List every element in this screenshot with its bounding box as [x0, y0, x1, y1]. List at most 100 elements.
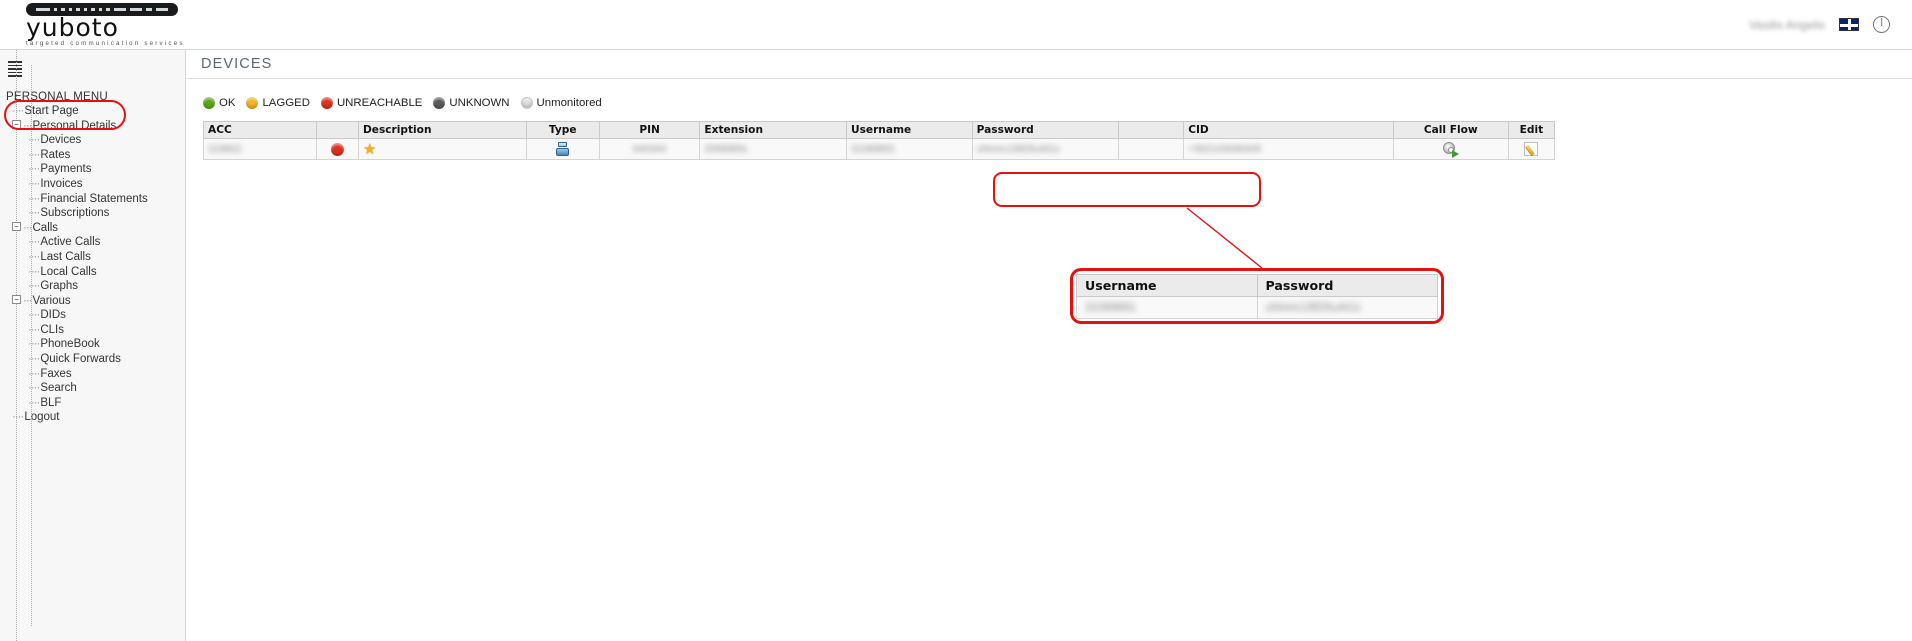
table-row[interactable]: 319862 ★ 640344 2008985L 31089891 uNmmJJ8D5uA… [202, 138, 1556, 160]
sidebar-item-invoices[interactable]: ····Invoices [0, 177, 185, 192]
sidebar-item-local-calls[interactable]: ····Local Calls [0, 265, 185, 280]
sidebar-item-rates[interactable]: ····Rates [0, 148, 185, 163]
cell-value-extension: 2008985L [704, 143, 749, 155]
sidebar: PERSONAL MENU ····Start Page − ···Personal… [0, 50, 186, 641]
sidebar-item-label: Rates [40, 148, 71, 161]
callout-cell-username: 31089891 [1076, 296, 1258, 319]
sidebar-item-devices[interactable]: ····Devices [0, 133, 185, 148]
legend-item-unreachable: UNREACHABLE [320, 97, 422, 109]
table-header-status [316, 121, 359, 139]
callout-password-value: uNmmJJ8D5uAGz [1265, 301, 1361, 314]
tree-branch-line: ···· [28, 382, 40, 395]
sidebar-item-payments[interactable]: ····Payments [0, 162, 185, 177]
star-icon: ★ [362, 141, 377, 158]
sidebar-item-phonebook[interactable]: ····PhoneBook [0, 337, 185, 352]
user-name-label: Vasilis Angelis [1749, 17, 1825, 32]
sidebar-item-label: Logout [24, 411, 60, 424]
desk-phone-icon [556, 142, 570, 156]
table-cell-description: ★ [357, 138, 527, 160]
sidebar-item-label: Subscriptions [40, 207, 110, 220]
legend-dot-unknown [433, 97, 446, 109]
sidebar-item-label: CLIs [40, 323, 64, 336]
sidebar-item-label: PhoneBook [40, 338, 100, 351]
tree-branch-line: ···· [28, 236, 40, 249]
hamburger-icon[interactable] [8, 61, 22, 77]
tree-branch-line: ···· [12, 411, 24, 424]
legend-label: OK [219, 97, 236, 109]
sidebar-item-quick-forwards[interactable]: ····Quick Forwards [0, 352, 185, 367]
sidebar-item-logout[interactable]: ····Logout [0, 410, 185, 425]
tree-branch-line: ···· [28, 280, 40, 293]
cell-value-pin: 640344 [632, 143, 667, 155]
tree-expander-icon[interactable]: − [12, 295, 21, 305]
cell-value-password: uNmmJJ8D5uAGz [976, 143, 1060, 155]
sidebar-item-clis[interactable]: ····CLIs [0, 323, 185, 338]
tree-expander-icon[interactable]: − [12, 222, 21, 232]
tree-branch-line: ···· [28, 192, 40, 205]
tree-branch-line: ···· [28, 323, 40, 336]
sidebar-item-label: Personal Details [32, 119, 117, 132]
table-body: 319862 ★ 640344 2008985L 31089891 uNmmJJ8D5uA… [202, 138, 1556, 160]
tree-branch-line: ···· [28, 134, 40, 147]
tree-expander-icon[interactable]: − [12, 120, 21, 130]
page-title: DEVICES [201, 56, 273, 72]
legend-label: Unmonitored [536, 97, 602, 109]
sidebar-item-label: Devices [40, 134, 82, 147]
logo-tagline: targeted communication services [26, 39, 185, 47]
sidebar-item-label: Calls [32, 221, 59, 234]
legend-item-unmonitored: Unmonitored [520, 97, 602, 109]
callout-header-username: Username [1076, 274, 1258, 297]
sidebar-item-search[interactable]: ····Search [0, 381, 185, 396]
sidebar-item-active-calls[interactable]: ····Active Calls [0, 235, 185, 250]
callout-value-row: 31089891 uNmmJJ8D5uAGz [1076, 296, 1438, 319]
sidebar-item-faxes[interactable]: ····Faxes [0, 367, 185, 382]
sidebar-item-label: Payments [40, 163, 92, 176]
legend-dot-lagged [246, 97, 259, 109]
gear-arrow-icon[interactable] [1443, 141, 1460, 158]
tree-branch-line: ···· [28, 177, 40, 190]
table-cell-pin: 640344 [598, 138, 701, 160]
table-header-extension: Extension [699, 121, 847, 139]
table-cell-type [525, 138, 600, 160]
legend-dot-ok [203, 97, 215, 109]
table-header-type: Type [525, 121, 600, 139]
tree-branch-line: ···· [28, 338, 40, 351]
sidebar-item-label: Various [32, 294, 71, 307]
callout-header-password: Password [1256, 274, 1438, 297]
legend-dot-unreachable [320, 97, 333, 109]
table-header-acc: ACC [202, 121, 318, 139]
sidebar-item-personal-details[interactable]: − ···Personal Details [0, 119, 185, 134]
tree-branch-line: ···· [28, 163, 40, 176]
table-cell-edit [1507, 138, 1556, 160]
sidebar-item-financial-statements[interactable]: ····Financial Statements [0, 192, 185, 207]
table-header-password: Password [971, 121, 1120, 139]
legend-item-lagged: LAGGED [246, 97, 310, 109]
sidebar-item-calls[interactable]: − ···Calls [0, 221, 185, 236]
table-header-username: Username [845, 121, 973, 139]
sidebar-item-various[interactable]: − ···Various [0, 294, 185, 309]
pencil-edit-icon[interactable] [1524, 142, 1539, 156]
sidebar-tree: ····Start Page − ···Personal Details ····De… [0, 50, 185, 641]
table-header-pin: PIN [598, 121, 701, 139]
legend-item-unknown: UNKNOWN [433, 97, 510, 109]
sidebar-item-start-page[interactable]: ····Start Page [0, 104, 185, 119]
main-content: DEVICES OK LAGGED UNREACHABLE UNKNOWN Unmoni… [187, 50, 1912, 641]
status-dot-unreachable [331, 142, 345, 156]
brand-logo[interactable]: yuboto targeted communication services [26, 2, 185, 47]
table-header-description: Description [357, 121, 527, 139]
sidebar-item-label: Invoices [40, 177, 83, 190]
legend-item-ok: OK [203, 97, 235, 109]
uk-flag-icon[interactable] [1839, 18, 1859, 31]
sidebar-item-last-calls[interactable]: ····Last Calls [0, 250, 185, 265]
sidebar-item-subscriptions[interactable]: ····Subscriptions [0, 206, 185, 221]
sidebar-item-blf[interactable]: ····BLF [0, 396, 185, 411]
sidebar-item-graphs[interactable]: ····Graphs [0, 279, 185, 294]
page-header: DEVICES [187, 50, 1912, 79]
tree-branch-line: ···· [28, 396, 40, 409]
legend-label: LAGGED [262, 97, 310, 109]
status-legend: OK LAGGED UNREACHABLE UNKNOWN Unmonitored [203, 97, 1912, 109]
table-cell-extension: 2008985L [699, 138, 847, 160]
devices-table-wrapper: ACC Description Type PIN Extension Username Pa… [202, 121, 1556, 160]
sidebar-item-dids[interactable]: ····DIDs [0, 308, 185, 323]
power-icon[interactable] [1873, 16, 1890, 33]
